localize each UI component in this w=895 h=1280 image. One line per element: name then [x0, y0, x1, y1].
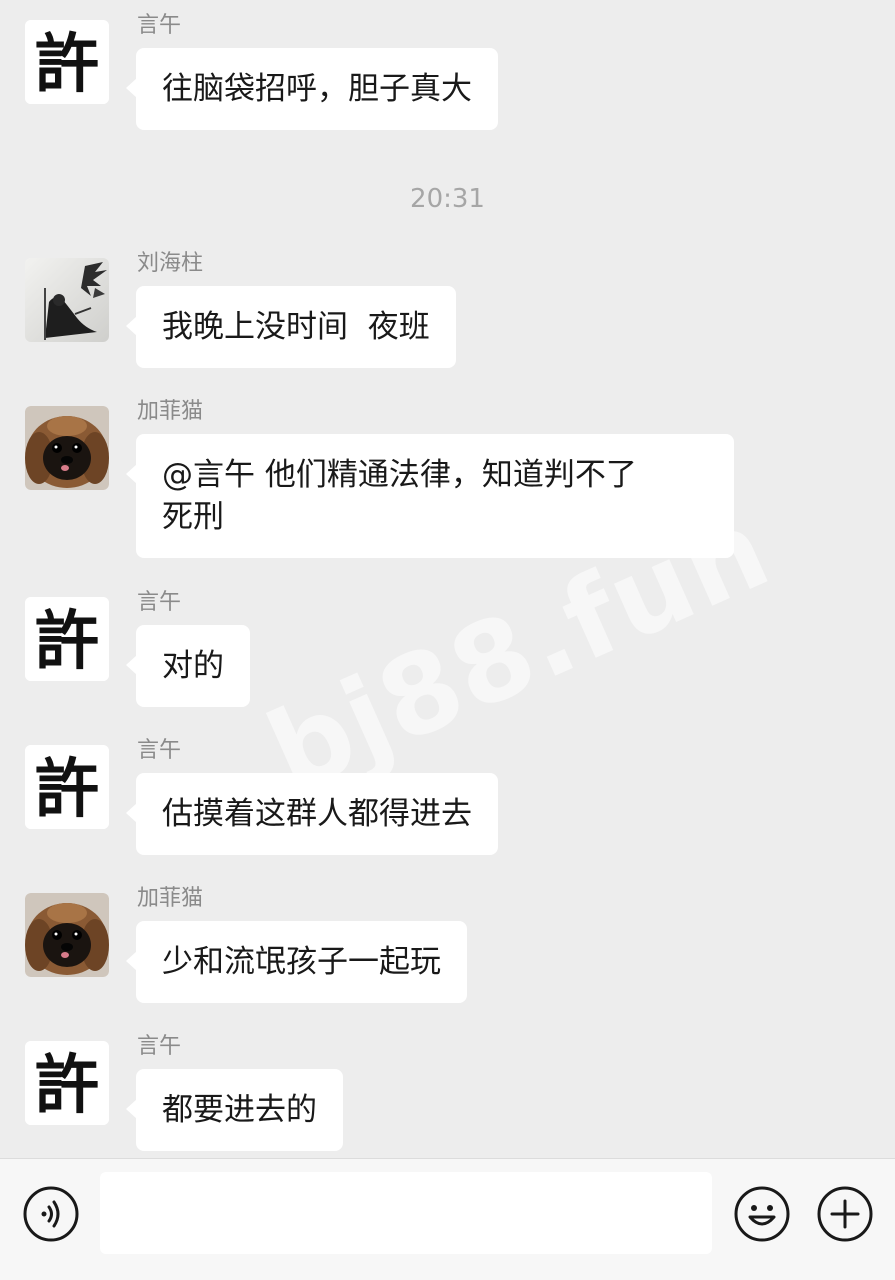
message-bubble[interactable]: 都要进去的 [126, 1069, 343, 1151]
plus-icon [817, 1186, 873, 1242]
sender-name: 刘海柱 [137, 251, 204, 276]
sender-name: 言午 [137, 738, 182, 763]
sender-name: 言午 [137, 1034, 182, 1059]
ink-painting-icon [25, 258, 109, 342]
message-timestamp: 20:31 [410, 184, 485, 214]
message-bubble[interactable]: @言午 他们精通法律，知道判不了 死刑 [126, 434, 734, 558]
pekingese-dog-icon [25, 406, 109, 490]
pekingese-dog-icon [25, 893, 109, 977]
emoji-icon [734, 1186, 790, 1242]
avatar-jiafeimao[interactable] [25, 406, 109, 490]
xu-calligraphy-icon: 許 [25, 1041, 109, 1125]
chat-area[interactable]: 許 言午 往脑袋招呼，胆子真大 20:31 刘海柱 我晚上没时间 夜班 加菲猫 … [0, 0, 895, 1158]
emoji-button[interactable] [733, 1185, 791, 1243]
avatar-xu[interactable]: 許 [25, 20, 109, 104]
chat-input-bar [0, 1158, 895, 1280]
svg-text:許: 許 [35, 604, 99, 679]
svg-text:許: 許 [35, 27, 99, 102]
voice-icon [23, 1186, 79, 1242]
sender-name: 言午 [137, 13, 182, 38]
avatar-xu[interactable]: 許 [25, 745, 109, 829]
xu-calligraphy-icon: 許 [25, 597, 109, 681]
xu-calligraphy-icon: 許 [25, 20, 109, 104]
message-bubble[interactable]: 少和流氓孩子一起玩 [126, 921, 467, 1003]
avatar-jiafeimao[interactable] [25, 893, 109, 977]
more-button[interactable] [816, 1185, 874, 1243]
sender-name: 加菲猫 [137, 399, 204, 424]
message-bubble[interactable]: 往脑袋招呼，胆子真大 [126, 48, 498, 130]
xu-calligraphy-icon: 許 [25, 745, 109, 829]
sender-name: 言午 [137, 590, 182, 615]
svg-text:許: 許 [35, 752, 99, 827]
avatar-xu[interactable]: 許 [25, 597, 109, 681]
voice-button[interactable] [22, 1185, 80, 1243]
avatar-liuhaizhu[interactable] [25, 258, 109, 342]
avatar-xu[interactable]: 許 [25, 1041, 109, 1125]
svg-text:許: 許 [35, 1048, 99, 1123]
message-input[interactable] [100, 1172, 712, 1254]
message-bubble[interactable]: 估摸着这群人都得进去 [126, 773, 498, 855]
message-bubble[interactable]: 我晚上没时间 夜班 [126, 286, 456, 368]
message-bubble[interactable]: 对的 [126, 625, 250, 707]
sender-name: 加菲猫 [137, 886, 204, 911]
